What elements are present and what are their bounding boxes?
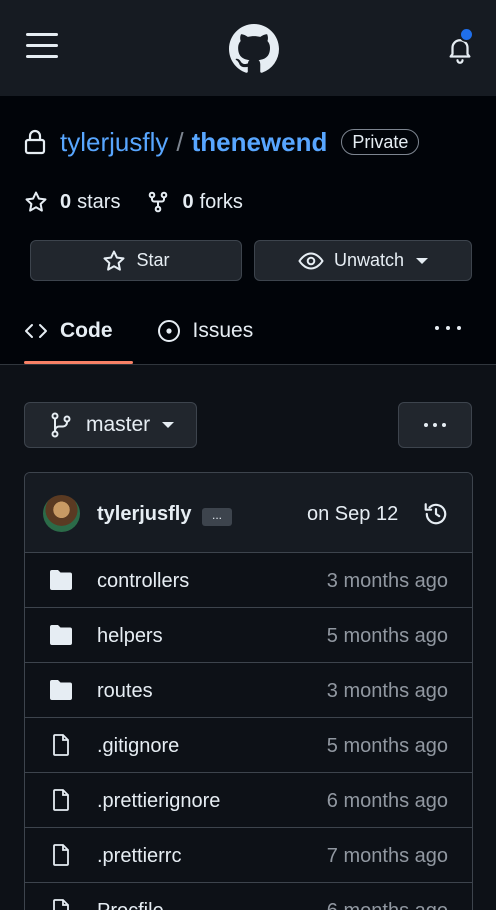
star-icon — [103, 250, 125, 271]
file-icon — [53, 789, 69, 811]
repo-tabs: Code Issues — [24, 310, 297, 364]
file-row[interactable]: Procfile 6 months ago — [25, 883, 472, 910]
history-icon[interactable] — [423, 501, 449, 527]
hamburger-icon[interactable] — [26, 31, 58, 61]
lock-icon — [24, 129, 46, 155]
file-age: 6 months ago — [327, 900, 448, 910]
folder-icon — [50, 570, 72, 590]
commit-date: on Sep 12 — [307, 503, 399, 525]
kebab-horizontal-icon — [424, 423, 446, 427]
branch-name: master — [86, 413, 151, 436]
active-tab-indicator — [24, 361, 133, 364]
stars-label: stars — [77, 190, 121, 213]
file-age: 6 months ago — [326, 790, 448, 812]
file-age: 7 months ago — [326, 845, 448, 867]
file-name[interactable]: .prettierignore — [97, 790, 220, 813]
forks-count: 0 — [182, 190, 194, 213]
file-row[interactable]: controllers 3 months ago — [25, 553, 472, 608]
stars-count: 0 — [60, 190, 72, 213]
notification-indicator — [459, 27, 474, 42]
star-button[interactable]: Star — [30, 240, 242, 281]
issue-opened-icon — [157, 320, 180, 342]
repo-name-link[interactable]: thenewend — [192, 127, 328, 158]
more-tabs-icon[interactable] — [432, 318, 464, 338]
star-icon — [25, 191, 47, 212]
file-row[interactable]: helpers 5 months ago — [25, 608, 472, 663]
commit-author-link[interactable]: tylerjusfly — [97, 503, 191, 526]
file-age: 3 months ago — [326, 570, 448, 592]
git-branch-icon — [51, 412, 71, 438]
repo-title: tylerjusfly / thenewend Private — [24, 126, 420, 158]
repo-owner-link[interactable]: tylerjusfly — [60, 127, 168, 158]
file-icon — [53, 844, 69, 866]
file-age: 5 months ago — [326, 735, 448, 757]
more-options-button[interactable] — [398, 402, 472, 448]
file-icon — [53, 734, 69, 756]
code-icon — [25, 324, 47, 338]
file-name[interactable]: controllers — [97, 570, 189, 593]
latest-commit-row: tylerjusfly ... on Sep 12 — [25, 473, 472, 553]
top-app-bar — [0, 0, 496, 96]
forks-label: forks — [199, 190, 243, 213]
file-row[interactable]: .prettierignore 6 months ago — [25, 773, 472, 828]
forks-link[interactable]: 0 forks — [146, 190, 243, 214]
unwatch-button[interactable]: Unwatch — [254, 240, 472, 281]
eye-icon — [298, 251, 324, 270]
chevron-down-icon — [416, 257, 429, 264]
tab-code-label: Code — [60, 319, 113, 342]
stars-link[interactable]: 0 stars — [24, 190, 120, 214]
file-browser: tylerjusfly ... on Sep 12 controllers 3 … — [24, 472, 473, 910]
visibility-badge: Private — [341, 129, 420, 155]
file-name[interactable]: .gitignore — [97, 735, 179, 758]
tab-issues[interactable]: Issues — [157, 310, 276, 352]
folder-icon — [50, 625, 72, 645]
chevron-down-icon — [162, 422, 175, 428]
file-name[interactable]: .prettierrc — [97, 845, 181, 868]
file-name[interactable]: Procfile — [97, 900, 164, 910]
file-row[interactable]: .prettierrc 7 months ago — [25, 828, 472, 883]
fork-icon — [149, 191, 168, 213]
github-mark-icon[interactable] — [229, 24, 279, 74]
file-age: 3 months ago — [326, 680, 448, 702]
file-row[interactable]: routes 3 months ago — [25, 663, 472, 718]
avatar[interactable] — [43, 495, 80, 532]
file-icon — [53, 899, 69, 910]
commit-message-toggle[interactable]: ... — [202, 508, 232, 526]
folder-icon — [50, 680, 72, 700]
unwatch-button-label: Unwatch — [333, 250, 405, 270]
file-name[interactable]: routes — [97, 680, 153, 703]
file-age: 5 months ago — [326, 625, 448, 647]
repo-stats: 0 stars 0 forks — [24, 186, 269, 218]
star-button-label: Star — [136, 250, 170, 270]
file-name[interactable]: helpers — [97, 625, 163, 648]
repo-separator: / — [176, 126, 184, 157]
tab-code[interactable]: Code — [24, 310, 135, 352]
branch-selector[interactable]: master — [24, 402, 197, 448]
file-row[interactable]: .gitignore 5 months ago — [25, 718, 472, 773]
tab-issues-label: Issues — [192, 319, 254, 342]
